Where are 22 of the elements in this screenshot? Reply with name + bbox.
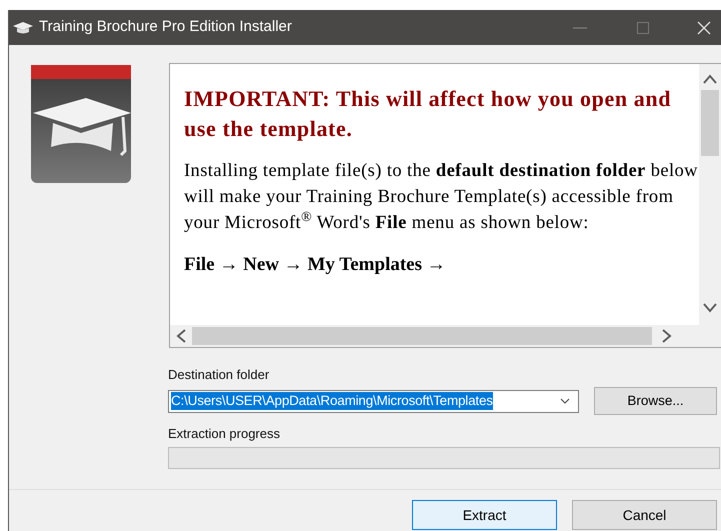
notice-paragraph: Installing template file(s) to the default destination folder below will make your Training Brochure Template(s) accessible from your Microsoft$^{®}$ Word's File menu as shown below: (184, 160, 699, 235)
dialog-button[interactable]: Extract (412, 500, 557, 530)
scroll-right-icon[interactable] (662, 329, 672, 343)
dropdown-caret-icon[interactable] (560, 398, 570, 404)
notice-heading: IMPORTANT: This will affect how you open and use the template. (184, 85, 672, 143)
scroll-down-icon[interactable] (703, 303, 717, 313)
scroll-up-icon[interactable] (703, 74, 717, 84)
scroll-left-icon[interactable] (176, 329, 186, 343)
vertical-scrollbar[interactable] (699, 64, 721, 325)
menu-path: File → New → My Templates → (184, 254, 447, 276)
dialog-button[interactable]: Cancel (572, 500, 717, 530)
scrollbar-thumb[interactable] (192, 327, 652, 345)
window-title: Training Brochure Pro Edition Installer (39, 17, 292, 38)
destination-combobox[interactable]: C:\Users\USER\AppData\Roaming\Microsoft\Templates (168, 390, 579, 412)
horizontal-scrollbar[interactable] (170, 325, 721, 347)
destination-label: Destination folder (168, 367, 270, 383)
progress-label: Extraction progress (168, 426, 281, 442)
scrollbar-thumb[interactable] (701, 90, 719, 156)
destination-value: C:\Users\USER\AppData\Roaming\Microsoft\Templates (171, 392, 493, 410)
graduation-cap-icon (13, 20, 33, 36)
browse-button[interactable]: Browse... (594, 387, 717, 415)
close-icon[interactable] (697, 20, 711, 34)
